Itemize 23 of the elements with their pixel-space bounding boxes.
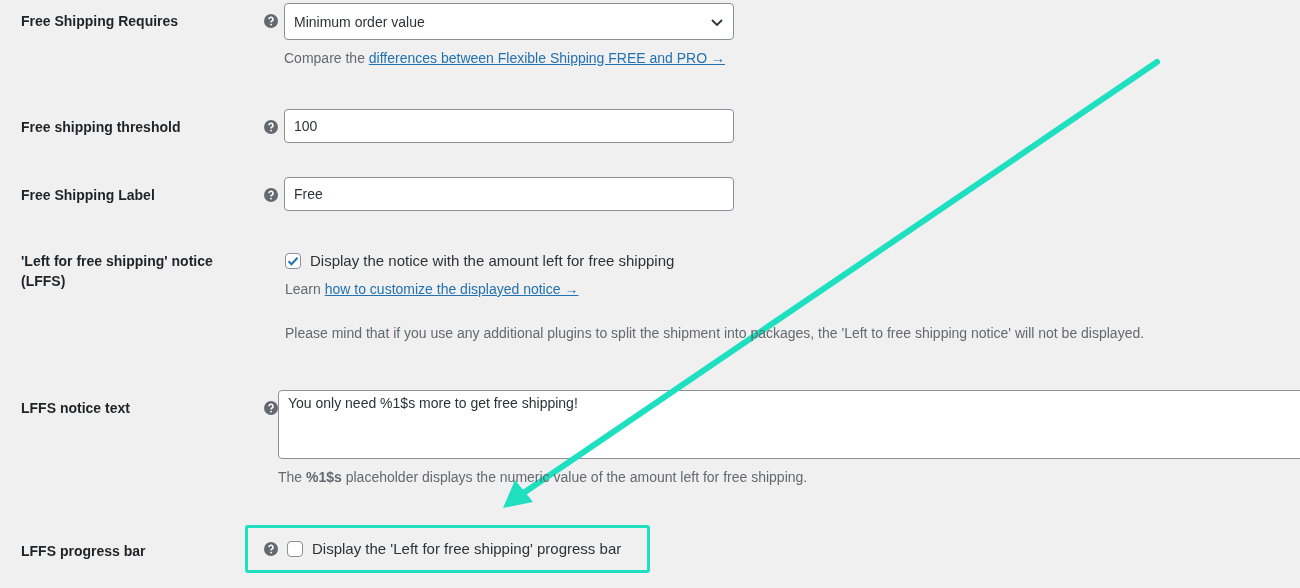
help-icon[interactable] xyxy=(264,401,278,415)
checkbox-label: Display the 'Left for free shipping' progress bar xyxy=(312,539,622,559)
description-text: Learn xyxy=(285,281,321,297)
setting-label: Free shipping threshold xyxy=(21,118,182,137)
help-icon[interactable] xyxy=(264,14,278,28)
setting-label: Free Shipping Requires xyxy=(21,12,180,31)
input-field[interactable]: Free xyxy=(284,177,734,211)
checkbox-label: Display the notice with the amount left for free shipping xyxy=(310,251,675,271)
order-requirement-select[interactable]: Minimum order value xyxy=(284,3,734,40)
help-link[interactable]: differences between Flexible Shipping FREE and PRO → xyxy=(368,50,725,66)
checkbox[interactable] xyxy=(285,253,301,269)
input-field[interactable]: 100 xyxy=(284,109,734,143)
setting-label: Free Shipping Label xyxy=(21,186,156,205)
description-text: Compare the xyxy=(284,50,365,66)
help-icon[interactable] xyxy=(264,120,278,134)
notice-text-field[interactable]: You only need %1$s more to get free shipping! xyxy=(278,390,1300,459)
setting-label: 'Left for free shipping' notice (LFFS) xyxy=(21,252,214,291)
help-icon[interactable] xyxy=(264,542,278,556)
checkbox[interactable] xyxy=(287,541,303,557)
help-icon[interactable] xyxy=(264,188,278,202)
setting-label: LFFS progress bar xyxy=(21,542,147,561)
setting-label: LFFS notice text xyxy=(21,399,131,418)
help-link[interactable]: how to customize the displayed notice → xyxy=(324,281,579,297)
